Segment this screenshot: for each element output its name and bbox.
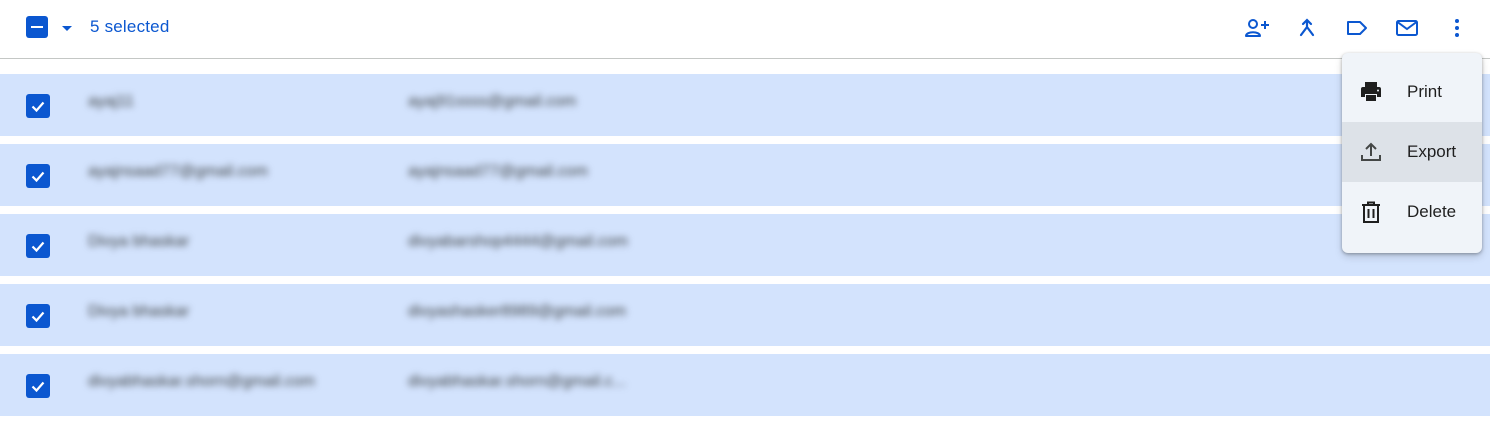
selected-count-label: 5 selected xyxy=(90,17,170,36)
menu-item-label: Print xyxy=(1407,82,1442,101)
add-person-icon xyxy=(1245,19,1269,37)
row-checkbox[interactable] xyxy=(26,374,50,398)
contact-email: ayaj91ssss@gmail.com xyxy=(408,93,577,110)
table-row[interactable]: ayajnsaad77@gmail.com ayajnsaad77@gmail.… xyxy=(0,144,1490,206)
select-all-checkbox[interactable] xyxy=(26,16,48,38)
email-icon xyxy=(1396,20,1418,36)
table-row[interactable]: ayaj11 ayaj91ssss@gmail.com xyxy=(0,74,1490,136)
row-checkbox[interactable] xyxy=(26,234,50,258)
table-row[interactable]: Divya bhaskar divyashasker8989@gmail.com xyxy=(0,284,1490,346)
contact-email: ayajnsaad77@gmail.com xyxy=(408,163,588,180)
contact-name: Divya bhaskar xyxy=(88,233,190,250)
checkmark-icon xyxy=(31,381,45,393)
menu-item-delete[interactable]: Delete xyxy=(1342,182,1482,242)
add-to-contacts-button[interactable] xyxy=(1243,14,1271,42)
row-checkbox[interactable] xyxy=(26,304,50,328)
indeterminate-dash-icon xyxy=(31,26,43,28)
more-options-menu: Print Export Delete xyxy=(1342,53,1482,253)
chevron-down-icon[interactable] xyxy=(58,20,76,38)
merge-button[interactable] xyxy=(1293,14,1321,42)
merge-icon xyxy=(1299,18,1315,37)
trash-icon xyxy=(1362,201,1380,223)
checkmark-icon xyxy=(31,171,45,183)
contact-list: ayaj11 ayaj91ssss@gmail.com ayajnsaad77@… xyxy=(0,74,1490,424)
send-email-button[interactable] xyxy=(1393,14,1421,42)
contact-name: ayaj11 xyxy=(88,93,134,110)
contact-name: ayajnsaad77@gmail.com xyxy=(88,163,268,180)
contact-name: Divya bhaskar xyxy=(88,303,190,320)
checkmark-icon xyxy=(31,101,45,113)
print-icon xyxy=(1361,82,1381,101)
table-row[interactable]: divyabhaskar.shorn@gmail.com divyabhaska… xyxy=(0,354,1490,416)
more-options-button[interactable] xyxy=(1443,14,1471,42)
row-checkbox[interactable] xyxy=(26,164,50,188)
selection-toolbar: 5 selected xyxy=(0,0,1490,59)
checkmark-icon xyxy=(31,241,45,253)
table-row[interactable]: Divya bhaskar divyabarshop4444@gmail.com xyxy=(0,214,1490,276)
menu-item-print[interactable]: Print xyxy=(1342,62,1482,122)
label-icon xyxy=(1347,21,1367,35)
checkmark-icon xyxy=(31,311,45,323)
contact-name: divyabhaskar.shorn@gmail.com xyxy=(88,373,316,390)
label-button[interactable] xyxy=(1343,14,1371,42)
more-vert-icon xyxy=(1455,19,1459,37)
contact-email: divyabarshop4444@gmail.com xyxy=(408,233,628,250)
contact-email: divyabhaskar.shorn@gmail.c... xyxy=(408,373,627,390)
upload-icon xyxy=(1361,142,1381,161)
row-checkbox[interactable] xyxy=(26,94,50,118)
menu-item-export[interactable]: Export xyxy=(1342,122,1482,182)
contact-email: divyashasker8989@gmail.com xyxy=(408,303,627,320)
menu-item-label: Export xyxy=(1407,142,1457,161)
menu-item-label: Delete xyxy=(1407,202,1457,221)
